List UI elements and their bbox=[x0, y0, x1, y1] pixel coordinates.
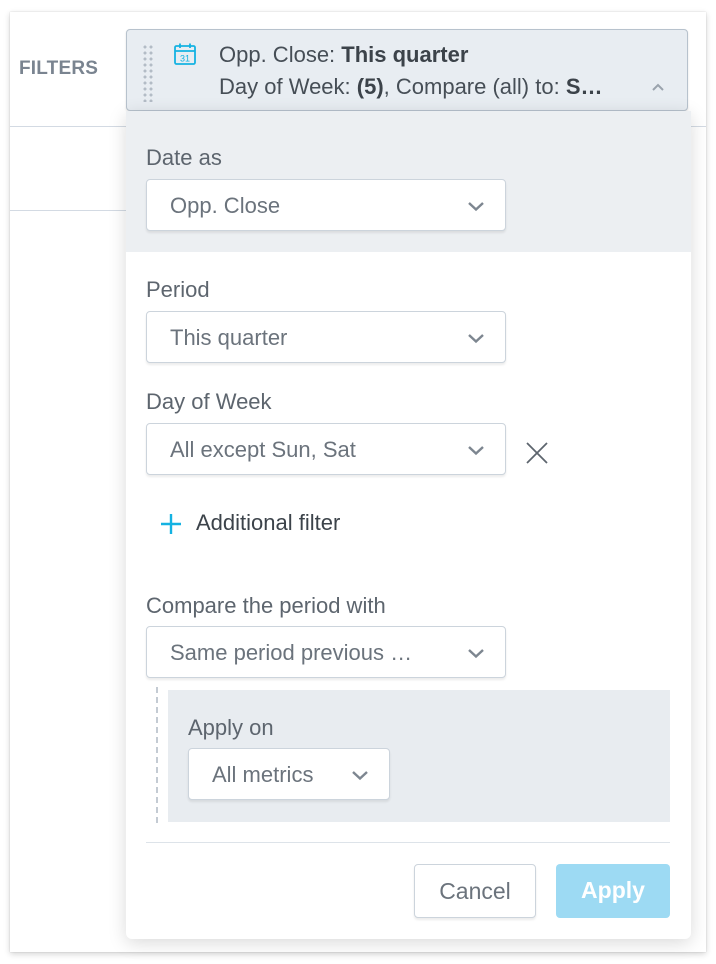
apply-on-section: Apply on All metrics bbox=[168, 690, 670, 822]
chevron-down-icon bbox=[468, 649, 484, 659]
date-filter-dropdown: Date as Opp. Close Period This quarter D… bbox=[126, 111, 691, 939]
period-select[interactable]: This quarter bbox=[146, 311, 506, 363]
apply-on-select[interactable]: All metrics bbox=[188, 748, 390, 800]
chevron-down-icon bbox=[468, 334, 484, 344]
cancel-button[interactable]: Cancel bbox=[414, 864, 536, 918]
chevron-down-icon bbox=[352, 771, 368, 781]
day-of-week-label: Day of Week bbox=[146, 389, 272, 414]
remove-day-of-week-icon[interactable] bbox=[524, 440, 550, 466]
filter-period-value: This quarter bbox=[341, 42, 469, 67]
divider-line bbox=[10, 210, 126, 211]
plus-icon bbox=[161, 514, 181, 534]
filter-title: Opp. Close: This quarter bbox=[219, 42, 469, 67]
date-filter-button[interactable]: 31 Opp. Close: This quarter Day of Week:… bbox=[126, 29, 688, 111]
compare-select[interactable]: Same period previous … bbox=[146, 626, 506, 678]
day-of-week-select[interactable]: All except Sun, Sat bbox=[146, 423, 506, 475]
apply-on-label: Apply on bbox=[188, 715, 274, 740]
compare-label: Compare the period with bbox=[146, 593, 386, 618]
chevron-up-icon bbox=[652, 83, 664, 91]
chevron-down-icon bbox=[468, 202, 484, 212]
apply-button[interactable]: Apply bbox=[556, 864, 670, 918]
date-as-label: Date as bbox=[146, 145, 222, 170]
date-as-select[interactable]: Opp. Close bbox=[146, 179, 506, 231]
period-label: Period bbox=[146, 277, 210, 302]
calendar-icon: 31 bbox=[174, 43, 196, 65]
footer-divider bbox=[146, 842, 670, 843]
compare-indent-line bbox=[156, 687, 158, 823]
chevron-down-icon bbox=[468, 446, 484, 456]
filter-subtitle: Day of Week: (5), Compare (all) to: S… bbox=[219, 74, 603, 99]
filters-label: FILTERS bbox=[19, 58, 99, 79]
drag-handle-icon[interactable] bbox=[142, 44, 154, 102]
svg-text:31: 31 bbox=[180, 54, 190, 64]
